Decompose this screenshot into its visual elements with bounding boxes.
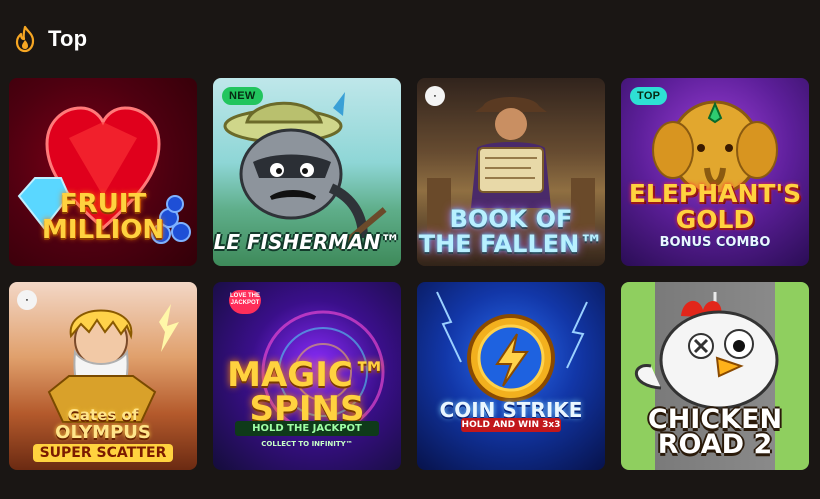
games-grid: FRUIT MILLION NEW LE FISHERMAN™ ● BOOK O… [9, 78, 809, 470]
game-tile-gates-of-olympus[interactable]: ● Gates of OLYMPUS SUPER SCATTER [9, 282, 197, 470]
game-subtitle: SUPER SCATTER [33, 444, 173, 462]
game-title: CHICKEN ROAD 2 [647, 403, 783, 461]
game-subtitle: HOLD THE JACKPOT [235, 421, 379, 436]
game-tile-fruit-million[interactable]: FRUIT MILLION [9, 78, 197, 266]
game-title: LE FISHERMAN™ [213, 229, 401, 254]
provider-logo: ● [425, 86, 445, 106]
game-title: ELEPHANT'S GOLD [628, 179, 802, 234]
game-title: COIN STRIKE [439, 397, 583, 422]
game-subtitle: BONUS COMBO [659, 235, 771, 250]
game-title: FRUIT MILLION [41, 188, 165, 246]
game-tile-le-fisherman[interactable]: NEW LE FISHERMAN™ [213, 78, 401, 266]
section-title: Top [48, 26, 88, 51]
game-title: BOOK OF THE FALLEN™ [418, 205, 604, 258]
game-subtitle: HOLD AND WIN 3x3 [461, 418, 561, 432]
badge-new: NEW [222, 87, 263, 105]
game-tile-elephants-gold[interactable]: TOP ELEPHANT'S GOLD BONUS COMBO [621, 78, 809, 266]
provider-logo: ● [17, 290, 37, 310]
game-tile-coin-strike[interactable]: COIN STRIKE HOLD AND WIN 3x3 [417, 282, 605, 470]
game-art-coin-strike [436, 291, 588, 402]
game-title: Gates of OLYMPUS [55, 406, 151, 443]
game-tile-magic-spins[interactable]: LOVE THE JACKPOT MAGIC™ SPINS HOLD THE J… [213, 282, 401, 470]
game-title: MAGIC™ SPINS [227, 355, 387, 429]
game-tile-book-of-the-fallen[interactable]: ● BOOK OF THE FALLEN™ [417, 78, 605, 266]
promo-heart-badge: LOVE THE JACKPOT [229, 290, 261, 314]
game-subtitle-2: COLLECT TO INFINITY™ [261, 440, 353, 448]
badge-top: TOP [630, 87, 668, 105]
game-tile-chicken-road-2[interactable]: CHICKEN ROAD 2 [621, 282, 809, 470]
flame-icon [15, 25, 35, 53]
section-header: Top [12, 22, 87, 56]
